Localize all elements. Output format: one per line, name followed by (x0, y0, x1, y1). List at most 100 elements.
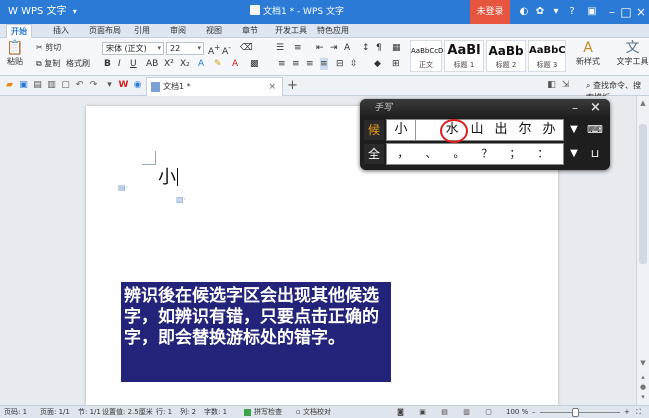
scroll-down-icon[interactable]: ▼ (638, 358, 648, 368)
tab-home[interactable]: 开始 (6, 24, 32, 38)
fill-color-icon[interactable]: ◆ (374, 58, 381, 70)
zoom-level[interactable]: 100 % (506, 406, 528, 418)
paragraph-handle-icon[interactable]: ▤· (118, 183, 128, 193)
layout-icon[interactable]: ◧ (546, 80, 557, 91)
document-text[interactable]: 小 (158, 167, 178, 189)
format-painter-button[interactable]: 格式刷 (66, 58, 90, 70)
web-view-icon[interactable]: ▢ (484, 408, 493, 417)
candidate-item-selected[interactable]: 水 (439, 119, 468, 143)
punct-item[interactable]: ； (505, 144, 525, 164)
align-right-icon[interactable]: ≡ (306, 58, 314, 70)
open-folder-icon[interactable]: ▰ (4, 80, 15, 91)
punct-item[interactable]: ？ (477, 144, 497, 164)
close-tab-icon[interactable]: × (268, 78, 276, 96)
new-tab-button[interactable]: + (287, 77, 298, 95)
next-page-icon[interactable]: ▾ (638, 392, 648, 402)
underline-icon[interactable]: U (130, 58, 137, 70)
paste-button[interactable]: 📋 粘贴 (4, 40, 26, 67)
show-marks-icon[interactable]: ¶ (376, 42, 382, 54)
expand-icon[interactable]: ⇲ (560, 80, 571, 91)
grow-font-icon[interactable]: A+ (208, 42, 220, 58)
minimize-icon[interactable]: – (572, 101, 578, 115)
dictionary-icon[interactable]: ⊔ (584, 143, 606, 165)
scroll-up-icon[interactable]: ▲ (638, 98, 648, 108)
ime-header[interactable]: 手写 – × (360, 99, 610, 119)
punct-item[interactable]: 、 (421, 144, 441, 164)
settings-icon[interactable]: ✿ (534, 6, 546, 18)
italic-icon[interactable]: I (118, 58, 121, 70)
app-menu-button[interactable]: W WPS 文字 ▾ (4, 4, 81, 20)
more-punct-icon[interactable]: ▼ (566, 143, 582, 165)
maximize-button[interactable]: □ (618, 3, 634, 21)
handwriting-ime-panel[interactable]: 手写 – × 候 小 水 山 出 尔 办 ▼ ⌨ 全 ， 、 。 ？ ； ： ▼… (360, 99, 610, 170)
subscript-icon[interactable]: X₂ (180, 58, 190, 70)
page-view-icon[interactable]: ▣ (418, 408, 427, 417)
table-border-icon[interactable]: ▦ (392, 42, 401, 54)
customize-icon[interactable]: ▾ (104, 80, 115, 91)
reading-view-icon[interactable]: ▤ (440, 408, 449, 417)
candidate-item[interactable]: 小 (391, 120, 411, 140)
help-icon[interactable]: ? (566, 6, 578, 18)
superscript-icon[interactable]: X² (164, 58, 174, 70)
tab-view[interactable]: 视图 (202, 24, 226, 38)
indent-decrease-icon[interactable]: ⇤ (316, 42, 324, 54)
candidate-item[interactable]: 山 (467, 120, 487, 140)
save-icon[interactable]: ▣ (18, 80, 29, 91)
punct-item[interactable]: ， (393, 144, 413, 164)
punct-item[interactable]: 。 (449, 144, 469, 164)
shrink-font-icon[interactable]: A- (222, 42, 231, 58)
char-shading-icon[interactable]: ▩ (250, 58, 259, 70)
close-button[interactable]: × (633, 3, 649, 21)
print-icon[interactable]: ▥ (46, 80, 57, 91)
login-button[interactable]: 未登录 (470, 0, 510, 24)
chinese-layout-icon[interactable]: A (344, 42, 350, 54)
paste-options-icon[interactable]: ▧· (176, 195, 186, 205)
zoom-slider-knob[interactable] (572, 408, 579, 417)
focus-mode-icon[interactable]: ◙ (396, 408, 405, 417)
tab-references[interactable]: 引用 (130, 24, 154, 38)
fit-icon[interactable]: ⛶ (636, 406, 641, 418)
keyboard-icon[interactable]: ⌨ (584, 119, 606, 141)
font-size-select[interactable]: 22 ▾ (166, 42, 204, 55)
status-proof[interactable]: ▫ 文档校对 (296, 406, 331, 418)
tab-insert[interactable]: 插入 (48, 24, 74, 38)
ime-candidate-mode[interactable]: 候 (364, 120, 384, 140)
close-icon[interactable]: × (590, 100, 601, 116)
tab-chapter[interactable]: 章节 (238, 24, 262, 38)
clear-format-icon[interactable]: ⌫ (240, 42, 253, 54)
style-heading-3[interactable]: AaBbC 标题 3 (528, 40, 566, 72)
cut-button[interactable]: ✂ 剪切 (36, 42, 61, 54)
font-color-icon[interactable]: A (232, 58, 238, 70)
scroll-thumb[interactable] (639, 124, 647, 264)
candidate-item[interactable]: 尔 (515, 120, 535, 140)
align-center-icon[interactable]: ≡ (292, 58, 300, 70)
zoom-out-icon[interactable]: – (532, 406, 536, 418)
tab-developer[interactable]: 开发工具 (272, 24, 310, 38)
redo-icon[interactable]: ↷ (88, 80, 99, 91)
justify-icon[interactable]: ≡ (320, 58, 328, 70)
template-icon[interactable]: ◉ (132, 80, 143, 91)
tab-review[interactable]: 审阅 (166, 24, 190, 38)
zoom-slider[interactable] (540, 412, 620, 413)
strikethrough-icon[interactable]: AB (146, 58, 158, 70)
style-heading-2[interactable]: AaBb 标题 2 (486, 40, 526, 72)
bold-icon[interactable]: B (104, 58, 111, 70)
distribute-icon[interactable]: ⊟ (336, 58, 344, 70)
numbered-list-icon[interactable]: ≡ (294, 42, 302, 54)
tab-page-layout[interactable]: 页面布局 (84, 24, 126, 38)
style-normal[interactable]: AaBbCcDd 正文 (410, 40, 448, 72)
punct-item[interactable]: ： (533, 144, 553, 164)
outline-view-icon[interactable]: ▥ (462, 408, 471, 417)
skin-icon[interactable]: ◐ (518, 6, 530, 18)
indent-increase-icon[interactable]: ⇥ (330, 42, 338, 54)
text-effect-icon[interactable]: A (198, 58, 204, 70)
tab-document[interactable]: 文档1 * × (146, 77, 283, 96)
undo-icon[interactable]: ↶ (74, 80, 85, 91)
copy-button[interactable]: ⧉ 复制 (36, 58, 60, 70)
align-left-icon[interactable]: ≡ (278, 58, 286, 70)
font-name-select[interactable]: 宋体 (正文) ▾ (102, 42, 164, 55)
prev-page-icon[interactable]: ▴ (638, 372, 648, 382)
bullet-list-icon[interactable]: ☰ (276, 42, 284, 54)
borders-icon[interactable]: ⊞ (392, 58, 400, 70)
candidate-item[interactable]: 出 (491, 120, 511, 140)
